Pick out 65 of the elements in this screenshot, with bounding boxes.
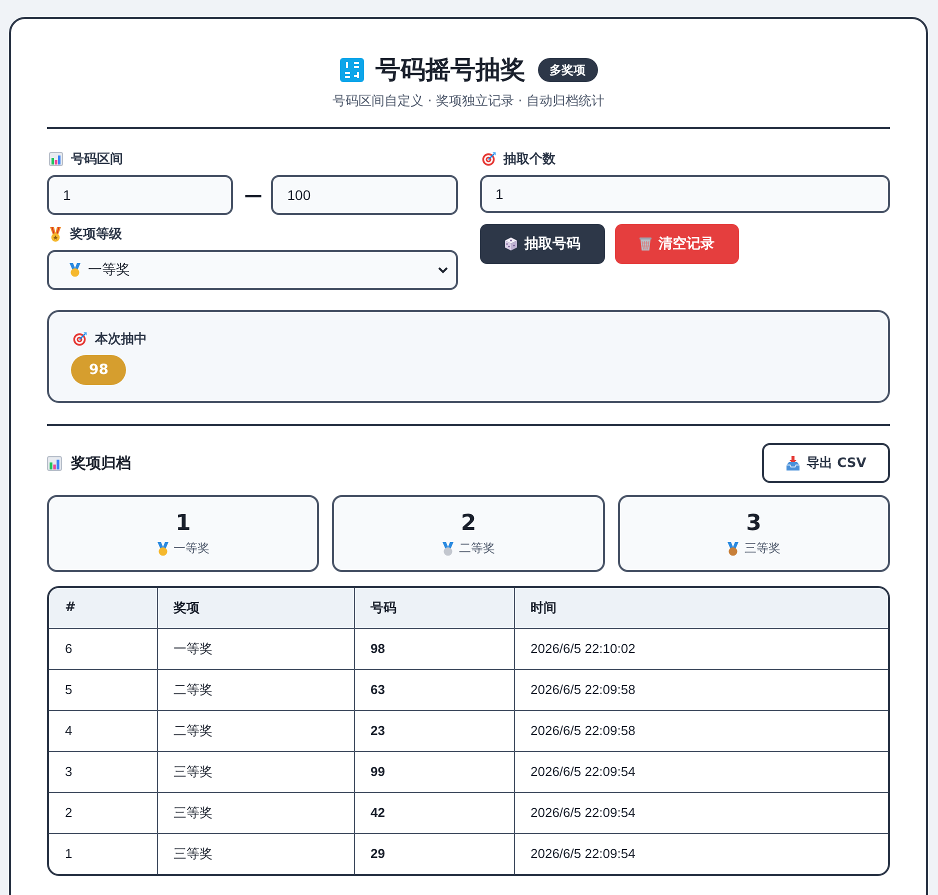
range-end-field[interactable]: 100 <box>271 175 458 215</box>
stat-label: 一等奖 <box>174 540 210 557</box>
section-title: 奖项归档 <box>71 454 131 472</box>
table-cell: 2026/6/5 22:09:54 <box>514 751 888 792</box>
medal-icon <box>49 226 62 242</box>
table-cell: 2 <box>49 792 157 833</box>
table-cell: 2026/6/5 22:09:58 <box>514 710 888 751</box>
table-cell: 98 <box>354 628 514 669</box>
table-cell: 一等奖 <box>157 628 354 669</box>
stat-label: 三等奖 <box>744 540 780 557</box>
medal-icon <box>69 263 81 277</box>
table-cell: 2026/6/5 22:09:58 <box>514 669 888 710</box>
column-header: # <box>49 588 157 628</box>
column-header: 奖项 <box>157 588 354 628</box>
medal-icon <box>442 542 454 556</box>
result-label: 本次抽中 <box>95 331 147 348</box>
table-cell: 4 <box>49 710 157 751</box>
wastebasket-icon <box>638 237 652 251</box>
bar-chart-icon <box>49 152 63 166</box>
mode-badge: 多奖项 <box>538 58 598 82</box>
column-header: 时间 <box>514 588 888 628</box>
medal-icon <box>156 542 169 556</box>
stat-count: 1 <box>176 510 191 538</box>
stat-count: 3 <box>746 510 762 538</box>
table-cell: 二等奖 <box>157 669 354 710</box>
table-cell: 23 <box>354 710 514 751</box>
table-cell: 6 <box>49 628 157 669</box>
draw-count-field[interactable]: 1 <box>480 175 890 213</box>
dice-icon <box>504 237 518 251</box>
drawn-number: 98 <box>71 355 126 385</box>
table-cell: 1 <box>49 833 157 874</box>
field-label: 号码区间 <box>71 151 123 168</box>
field-label: 奖项等级 <box>70 226 122 243</box>
table-cell: 3 <box>49 751 157 792</box>
export-button[interactable]: 导出 CSV <box>762 443 890 483</box>
medal-icon <box>727 542 740 556</box>
table-cell: 2026/6/5 22:09:54 <box>514 833 888 874</box>
table-cell: 三等奖 <box>157 751 354 792</box>
prize-select[interactable]: 一等奖 <box>47 250 458 290</box>
stat-label: 二等奖 <box>458 540 495 557</box>
app-title: 号码摇号抽奖 <box>376 54 526 86</box>
table-cell: 42 <box>354 792 514 833</box>
table-cell: 99 <box>354 751 514 792</box>
table-cell: 29 <box>354 833 514 874</box>
clear-button[interactable]: 清空记录 <box>614 224 738 264</box>
target-icon <box>482 152 496 166</box>
table-cell: 2026/6/5 22:10:02 <box>514 628 888 669</box>
table-cell: 2026/6/5 22:09:54 <box>514 792 888 833</box>
chevron-down-icon <box>438 266 448 274</box>
field-label: 抽取个数 <box>504 151 556 168</box>
column-header: 号码 <box>354 588 514 628</box>
table-cell: 三等奖 <box>157 792 354 833</box>
table-cell: 二等奖 <box>157 710 354 751</box>
bar-chart-icon <box>47 456 62 470</box>
stat-count: 2 <box>460 510 476 538</box>
range-start-field[interactable]: 1 <box>47 175 234 215</box>
table-cell: 63 <box>354 669 514 710</box>
app-subtitle: 号码区间自定义 · 奖项独立记录 · 自动归档统计 <box>332 93 606 111</box>
range-separator: — <box>244 184 260 206</box>
target-icon <box>73 332 87 346</box>
number-grid-icon <box>340 58 364 82</box>
draw-button[interactable]: 抽取号码 <box>480 224 604 264</box>
table-cell: 三等奖 <box>157 833 354 874</box>
tray-icon <box>786 456 800 470</box>
table-cell: 5 <box>49 669 157 710</box>
